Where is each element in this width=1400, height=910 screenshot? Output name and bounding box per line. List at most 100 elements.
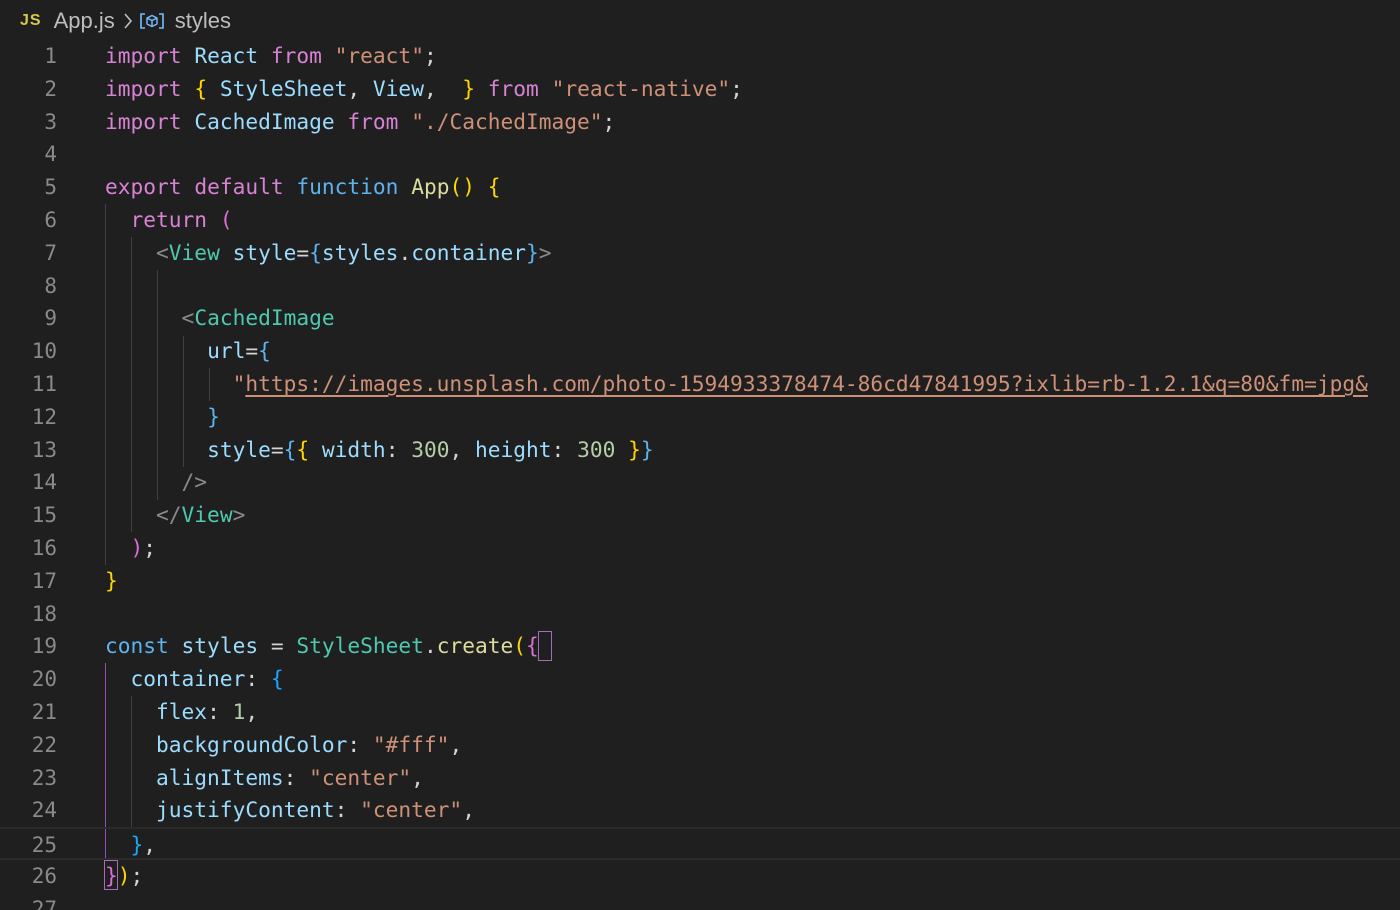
code-line[interactable]: 3 import CachedImage from "./CachedImage"… <box>0 106 1400 139</box>
code-token: import <box>105 43 182 68</box>
code-line[interactable]: 25 }, <box>0 827 1400 860</box>
code-line[interactable]: 11 "https://images.unsplash.com/photo-15… <box>0 368 1400 401</box>
code-token: , <box>423 75 463 101</box>
line-number[interactable]: 20 <box>0 663 57 696</box>
code-line[interactable]: 16 ); <box>0 532 1400 565</box>
code-line[interactable]: 2 import { StyleSheet, View, } from "reac… <box>0 73 1400 106</box>
code-line[interactable]: 24 justifyContent: "center", <box>0 794 1400 827</box>
line-number[interactable]: 4 <box>0 138 57 171</box>
code-token: () <box>449 174 475 200</box>
line-number[interactable]: 18 <box>0 598 57 631</box>
line-number[interactable]: 11 <box>0 368 57 401</box>
code-token: https://images.unsplash.com/photo-159493… <box>245 371 1368 396</box>
code-text[interactable]: justifyContent: "center", <box>105 794 475 827</box>
code-text[interactable]: } <box>105 565 118 598</box>
code-text[interactable]: export default function App() { <box>105 171 501 204</box>
code-line[interactable]: 20 container: { <box>0 663 1400 696</box>
line-number[interactable]: 22 <box>0 729 57 762</box>
line-number[interactable]: 2 <box>0 73 57 106</box>
code-text[interactable]: container: { <box>105 663 284 696</box>
line-number[interactable]: 13 <box>0 434 57 467</box>
code-token: container <box>411 239 527 265</box>
line-number[interactable]: 17 <box>0 565 57 598</box>
code-line[interactable]: 1 import React from "react"; <box>0 40 1400 73</box>
line-number[interactable]: 6 <box>0 204 57 237</box>
line-number[interactable]: 9 <box>0 302 57 335</box>
code-token: . <box>398 239 412 265</box>
code-token: } <box>462 75 475 101</box>
line-number[interactable]: 15 <box>0 499 57 532</box>
code-text[interactable]: }, <box>105 829 157 862</box>
code-line[interactable]: 17} <box>0 565 1400 598</box>
line-number[interactable]: 27 <box>0 893 57 910</box>
code-line[interactable]: 23 alignItems: "center", <box>0 762 1400 795</box>
code-text[interactable]: import React from "react"; <box>105 40 437 73</box>
code-line[interactable]: 14 /> <box>0 466 1400 499</box>
code-text[interactable]: flex: 1, <box>105 696 258 729</box>
line-number[interactable]: 26 <box>0 860 57 893</box>
code-line[interactable]: 9 <CachedImage <box>0 302 1400 335</box>
line-number[interactable]: 25 <box>0 829 57 862</box>
code-editor[interactable]: JS App.js styles 1 import React from "rea… <box>0 0 1400 910</box>
code-line[interactable]: 22 backgroundColor: "#fff", <box>0 729 1400 762</box>
line-number[interactable]: 8 <box>0 270 57 303</box>
code-text[interactable]: <View style={styles.container}> <box>105 237 552 270</box>
code-line[interactable]: 27 <box>0 893 1400 910</box>
code-text[interactable]: } <box>105 401 220 434</box>
code-line[interactable]: 6 return ( <box>0 204 1400 237</box>
line-number[interactable]: 23 <box>0 762 57 795</box>
code-line[interactable]: 21 flex: 1, <box>0 696 1400 729</box>
code-line[interactable]: 5 export default function App() { <box>0 171 1400 204</box>
code-line[interactable]: 10 url={ <box>0 335 1400 368</box>
code-token: ( <box>219 207 233 232</box>
line-number[interactable]: 5 <box>0 171 57 204</box>
line-number[interactable]: 21 <box>0 696 57 729</box>
breadcrumb-file[interactable]: App.js <box>54 8 115 34</box>
code-text[interactable]: <CachedImage <box>105 302 335 335</box>
breadcrumb: JS App.js styles <box>20 6 231 36</box>
code-line[interactable]: 13 style={{ width: 300, height: 300 }} <box>0 434 1400 467</box>
line-number[interactable]: 19 <box>0 630 57 663</box>
code-text[interactable]: return ( <box>105 204 233 237</box>
line-number[interactable]: 14 <box>0 466 57 499</box>
line-number[interactable]: 7 <box>0 237 57 270</box>
code-text[interactable]: alignItems: "center", <box>105 762 424 795</box>
code-line[interactable]: 15 </View> <box>0 499 1400 532</box>
code-text[interactable]: ); <box>105 532 157 565</box>
code-text[interactable]: import CachedImage from "./CachedImage"; <box>105 106 615 139</box>
code-line[interactable]: 26}); <box>0 860 1400 893</box>
code-line[interactable]: 18 <box>0 598 1400 631</box>
code-line[interactable]: 7 <View style={styles.container}> <box>0 237 1400 270</box>
code-token: function <box>296 174 399 200</box>
code-text[interactable]: url={ <box>105 335 271 368</box>
line-number[interactable]: 16 <box>0 532 57 565</box>
code-line[interactable]: 19 const styles = StyleSheet.create({ <box>0 630 1400 663</box>
code-text[interactable]: import { StyleSheet, View, } from "react… <box>105 73 743 106</box>
line-number[interactable]: 12 <box>0 401 57 434</box>
code-text[interactable]: }); <box>105 860 143 893</box>
line-number[interactable]: 10 <box>0 335 57 368</box>
code-text[interactable]: /> <box>105 466 208 499</box>
code-line[interactable]: 8 <box>0 270 1400 303</box>
code-area[interactable]: 1 import React from "react"; 2 import { Sty… <box>0 40 1400 910</box>
code-text[interactable]: "https://images.unsplash.com/photo-15949… <box>105 368 1368 401</box>
code-line[interactable]: 12 } <box>0 401 1400 434</box>
line-number[interactable]: 3 <box>0 106 57 139</box>
code-text[interactable]: style={{ width: 300, height: 300 }} <box>105 434 654 467</box>
code-text[interactable]: const styles = StyleSheet.create({ <box>105 630 539 663</box>
code-line[interactable]: 4 <box>0 138 1400 171</box>
code-text[interactable]: </View> <box>105 499 245 532</box>
code-token: : <box>207 699 233 724</box>
line-number[interactable]: 1 <box>0 40 57 73</box>
line-number[interactable]: 24 <box>0 794 57 827</box>
code-text[interactable]: backgroundColor: "#fff", <box>105 729 462 762</box>
code-token: "#fff" <box>372 731 450 757</box>
breadcrumb-symbol[interactable]: styles <box>175 8 231 34</box>
